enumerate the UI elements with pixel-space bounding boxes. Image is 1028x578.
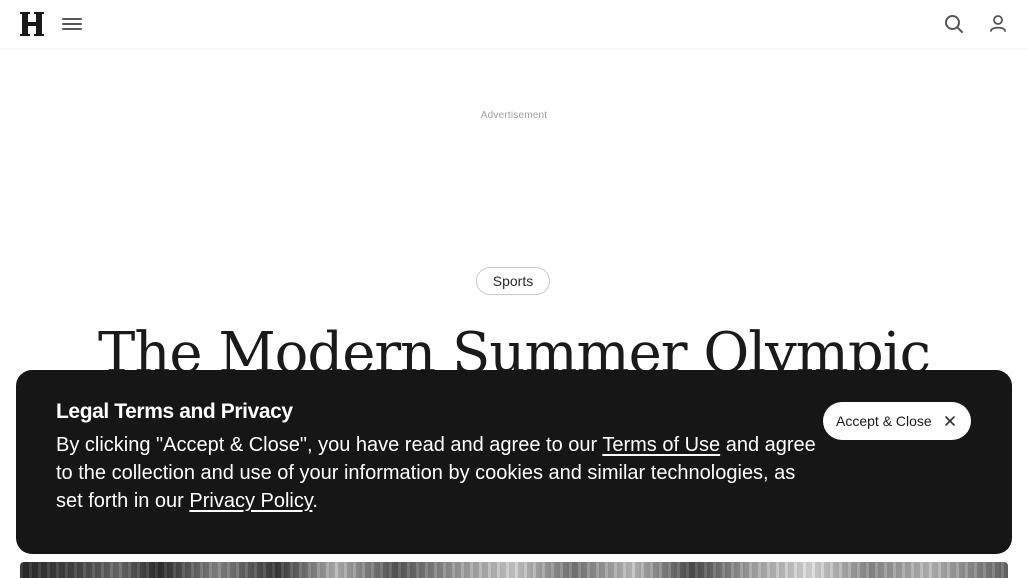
close-icon: [945, 416, 955, 426]
terms-of-use-link[interactable]: Terms of Use: [602, 434, 720, 456]
top-navigation-bar: [0, 0, 1028, 48]
menu-icon[interactable]: [58, 12, 86, 36]
accept-button-label: Accept & Close: [836, 413, 932, 429]
advertisement-label: Advertisement: [480, 110, 548, 121]
site-logo[interactable]: [20, 10, 44, 38]
page: Advertisement Sports The Modern Summer O…: [0, 0, 1028, 578]
category-tag[interactable]: Sports: [476, 267, 550, 295]
consent-text: By clicking "Accept & Close", you have r…: [56, 434, 603, 456]
search-icon[interactable]: [941, 11, 967, 37]
consent-banner: Legal Terms and Privacy By clicking "Acc…: [16, 370, 1012, 554]
consent-title: Legal Terms and Privacy: [56, 400, 293, 423]
accept-and-close-button[interactable]: Accept & Close: [823, 402, 971, 440]
user-icon[interactable]: [986, 11, 1010, 37]
consent-text: .: [312, 490, 318, 512]
privacy-policy-link[interactable]: Privacy Policy: [189, 490, 312, 512]
consent-message: By clicking "Accept & Close", you have r…: [56, 431, 826, 515]
hero-image: [20, 562, 1008, 578]
